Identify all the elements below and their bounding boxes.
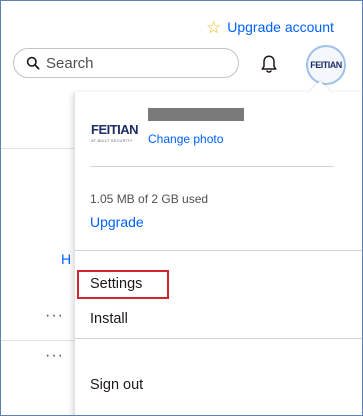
divider xyxy=(1,148,74,149)
search-box[interactable] xyxy=(13,48,239,78)
menu-item-install[interactable]: Install xyxy=(90,311,128,327)
divider xyxy=(75,250,362,251)
divider xyxy=(90,166,334,167)
storage-usage: 1.05 MB of 2 GB used xyxy=(90,192,209,206)
account-logo-tagline: AT BUILT SECURITY xyxy=(91,138,133,143)
menu-item-sign-out[interactable]: Sign out xyxy=(90,377,143,393)
divider xyxy=(1,340,74,341)
bell-icon[interactable] xyxy=(258,53,280,75)
star-icon: ☆ xyxy=(206,17,222,37)
row-more-button[interactable]: ··· xyxy=(45,307,64,325)
partial-link[interactable]: H xyxy=(61,251,71,267)
account-logo-text: FEITIAN xyxy=(91,122,139,137)
search-input[interactable] xyxy=(46,54,216,72)
search-icon xyxy=(26,56,40,70)
menu-item-settings[interactable]: Settings xyxy=(90,276,142,292)
account-logo: FEITIAN AT BUILT SECURITY xyxy=(91,122,141,144)
upgrade-link[interactable]: Upgrade xyxy=(90,214,144,230)
account-menu: FEITIAN AT BUILT SECURITY Change photo 1… xyxy=(74,81,362,415)
menu-profile: FEITIAN AT BUILT SECURITY Change photo xyxy=(90,106,340,151)
avatar-button[interactable]: FEITIAN xyxy=(306,45,346,85)
redacted-account-name xyxy=(148,108,244,121)
divider xyxy=(75,338,362,339)
upgrade-account-label: Upgrade account xyxy=(227,19,334,35)
app-window: ☆ Upgrade account FEITIAN H ··· ··· FEIT… xyxy=(0,0,363,416)
avatar-logo: FEITIAN xyxy=(310,60,342,70)
change-photo-link[interactable]: Change photo xyxy=(148,132,223,146)
upgrade-account-link[interactable]: ☆ Upgrade account xyxy=(206,17,334,37)
row-more-button[interactable]: ··· xyxy=(45,347,64,365)
